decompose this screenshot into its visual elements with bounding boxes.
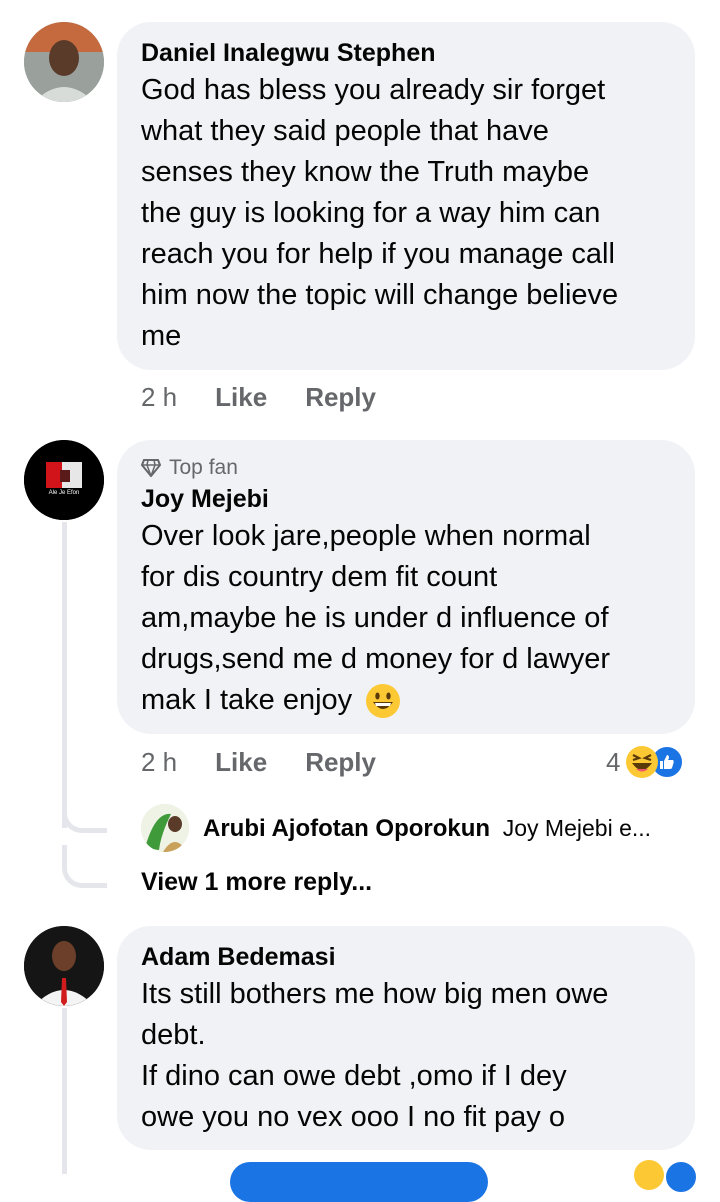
reaction-summary[interactable]: 4 (606, 745, 685, 779)
top-fan-badge: Top fan (141, 454, 671, 482)
view-more-replies-link[interactable]: View 1 more reply... (141, 868, 372, 897)
comment-actions: 2 h Like Reply (141, 382, 376, 413)
grinning-emoji-icon (366, 684, 401, 719)
reply-button[interactable]: Reply (305, 382, 376, 413)
avatar-daniel[interactable] (24, 22, 104, 102)
comment-author[interactable]: Daniel Inalegwu Stephen (141, 36, 671, 70)
top-fan-label: Top fan (169, 456, 238, 479)
comment-author[interactable]: Adam Bedemasi (141, 940, 671, 974)
comment-actions: 2 h Like Reply (141, 747, 376, 778)
avatar-logo-icon (24, 440, 104, 520)
like-button[interactable]: Like (215, 747, 267, 778)
comment-author[interactable]: Joy Mejebi (141, 482, 671, 516)
like-button[interactable]: Like (215, 382, 267, 413)
laughing-emoji-icon (634, 1160, 664, 1190)
comment-text: Its still bothers me how big men owe deb… (141, 978, 609, 1133)
thread-connector (62, 845, 107, 888)
comment-time[interactable]: 2 h (141, 747, 177, 778)
comment-text: Over look jare,people when normal for di… (141, 516, 671, 721)
comment-bubble: Top fan Joy Mejebi Over look jare,people… (117, 440, 695, 734)
reply-snippet: Joy Mejebi e... (502, 814, 652, 841)
avatar-adam[interactable] (24, 926, 104, 1006)
avatar-arubi[interactable] (141, 804, 189, 852)
like-reaction-icon (664, 1160, 698, 1194)
comment-bubble: Daniel Inalegwu Stephen God has bless yo… (117, 22, 695, 370)
laughing-emoji-icon (626, 746, 659, 778)
reply-button[interactable]: Reply (305, 747, 376, 778)
thread-line (62, 522, 67, 828)
comment-time[interactable]: 2 h (141, 382, 177, 413)
avatar-caption: Ale Je Efon (48, 490, 80, 496)
thread-line (62, 1008, 67, 1174)
reply-author[interactable]: Arubi Ajofotan Oporokun (203, 815, 490, 842)
avatar-photo-icon (24, 22, 104, 102)
avatar-joy[interactable]: Ale Je Efon (24, 440, 104, 520)
reply-preview[interactable]: Arubi Ajofotan Oporokun Joy Mejebi e... (141, 804, 651, 852)
diamond-icon (141, 459, 161, 477)
comment-text: God has bless you already sir forget wha… (141, 74, 619, 352)
reaction-count: 4 (606, 746, 621, 777)
thread-connector (62, 790, 107, 833)
comment-bubble: Adam Bedemasi Its still bothers me how b… (117, 926, 695, 1150)
bottom-overlay-pill[interactable] (230, 1162, 488, 1202)
avatar-photo-icon (24, 926, 104, 1006)
avatar-photo-icon (141, 804, 189, 852)
